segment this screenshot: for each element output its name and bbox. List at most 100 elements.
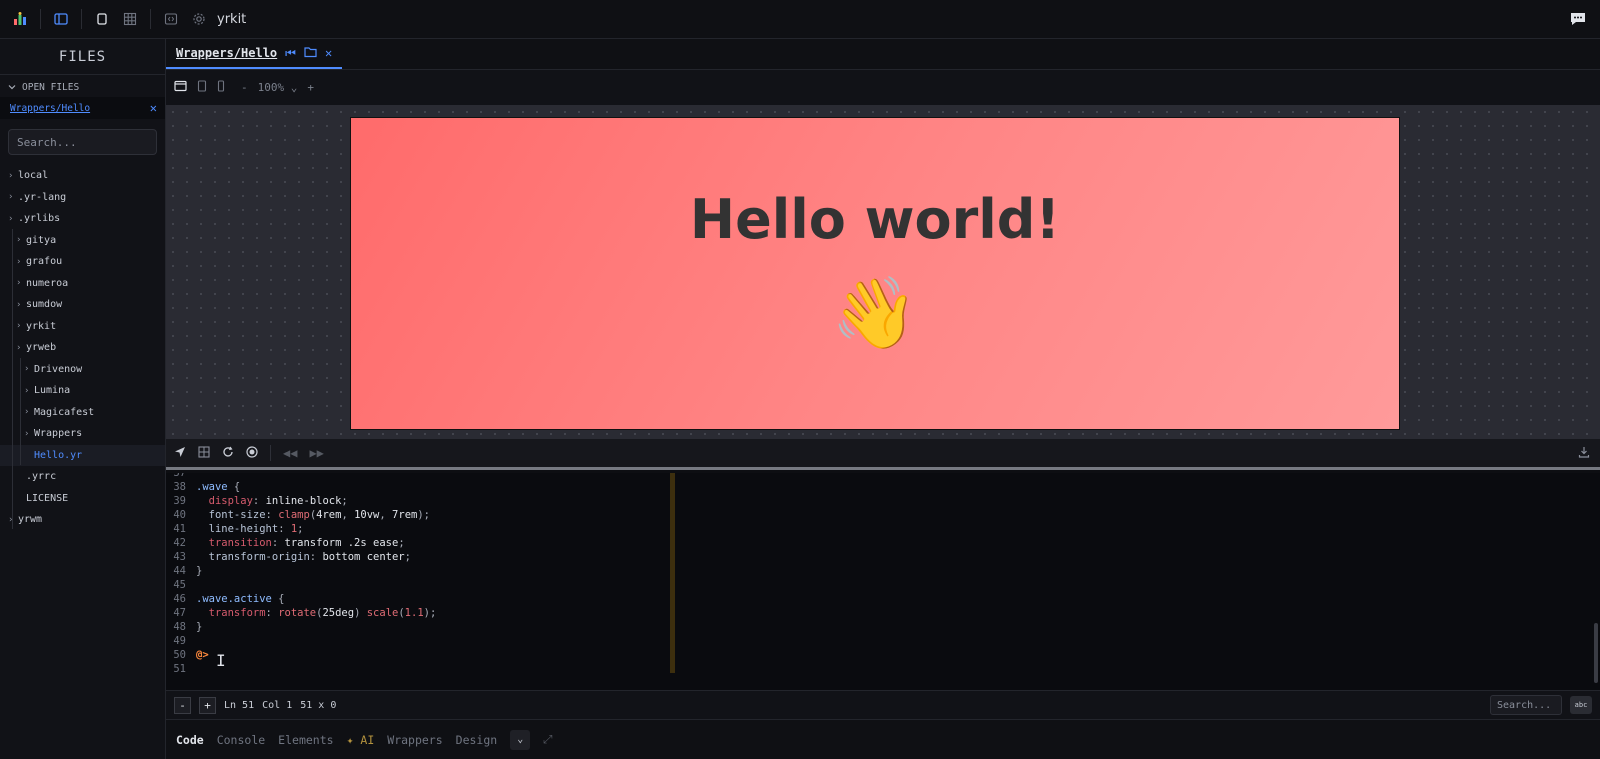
tree-item[interactable]: › local	[0, 165, 165, 187]
file-search-input[interactable]	[17, 135, 156, 149]
tree-item[interactable]: › yrwm	[0, 509, 165, 531]
tree-item[interactable]: › Wrappers	[0, 423, 165, 445]
code-view-icon[interactable]	[157, 5, 185, 33]
code-text: .wave.active {	[196, 592, 285, 606]
tree-item[interactable]: › yrkit	[0, 316, 165, 338]
tree-item[interactable]: LICENSE	[0, 488, 165, 510]
refresh-icon[interactable]	[222, 446, 234, 461]
font-decrease-button[interactable]: -	[174, 696, 191, 714]
code-token: ;	[404, 551, 411, 563]
open-file-link[interactable]: Wrappers/Hello	[10, 103, 90, 114]
code-token: :	[271, 537, 285, 549]
indent-marker	[670, 473, 675, 673]
chevron-right-icon: ›	[8, 213, 14, 224]
open-file-item[interactable]: Wrappers/Hello ✕	[0, 97, 165, 119]
code-token: ,	[341, 509, 355, 521]
bottom-tab[interactable]: Console	[217, 733, 265, 747]
record-icon[interactable]	[246, 445, 258, 461]
editor-scrollbar[interactable]	[1594, 623, 1598, 683]
bottom-tab[interactable]: ✦ AI	[347, 733, 375, 747]
code-token: );	[417, 509, 430, 521]
tree-item[interactable]: › numeroa	[0, 273, 165, 295]
code-editor[interactable]: I 37 38 .wave {39 display: inline-block; 40…	[166, 473, 1600, 690]
more-tabs-chevron-icon[interactable]: ⌄	[510, 729, 531, 750]
tree-item[interactable]: › Magicafest	[0, 402, 165, 424]
tree-item[interactable]: › Lumina	[0, 380, 165, 402]
code-line: 48}	[166, 620, 202, 634]
bottom-tab[interactable]: Wrappers	[387, 733, 442, 747]
tab-wrappers-hello[interactable]: Wrappers/Hello ⏮ ✕	[166, 39, 343, 69]
tree-item[interactable]: .yrrc	[0, 466, 165, 488]
code-search-input[interactable]	[1497, 699, 1561, 711]
preview-frame[interactable]: Hello world! 👋	[350, 117, 1400, 430]
tree-item[interactable]: › .yr-lang	[0, 187, 165, 209]
code-text: }	[196, 620, 202, 634]
code-token: ;	[297, 523, 304, 535]
folder-icon[interactable]	[304, 46, 317, 61]
code-token: bottom center	[322, 551, 405, 563]
code-text: .wave {	[196, 480, 240, 494]
desktop-view-icon[interactable]	[174, 80, 187, 95]
step-back-icon[interactable]: ◀◀	[283, 446, 297, 460]
chevron-down-icon	[8, 85, 16, 90]
close-icon[interactable]: ✕	[150, 101, 157, 115]
code-token: transform .2s ease	[284, 537, 399, 549]
code-token: 7rem	[392, 509, 418, 521]
tree-item-label: Hello.yr	[34, 449, 83, 461]
pages-icon[interactable]	[88, 5, 116, 33]
zoom-out-button[interactable]: -	[241, 81, 248, 94]
tree-item-label: yrwm	[18, 514, 43, 526]
code-line: 41 line-height: 1;	[166, 522, 303, 536]
grid-icon[interactable]	[116, 5, 144, 33]
code-token: }	[196, 621, 203, 633]
sidebar-toggle-icon[interactable]	[47, 5, 75, 33]
code-line: 39 display: inline-block;	[166, 494, 347, 508]
zoom-select[interactable]: 100% ⌄	[258, 81, 298, 94]
code-token: clamp	[278, 509, 310, 521]
tree-item-label: .yr-lang	[18, 191, 67, 203]
code-token: :	[252, 495, 266, 507]
code-token: 1.1	[404, 607, 424, 619]
settings-gear-icon[interactable]	[185, 5, 213, 33]
code-text: font-size: clamp(4rem, 10vw, 7rem);	[196, 508, 430, 522]
code-text: }	[196, 564, 202, 578]
download-icon[interactable]	[1578, 446, 1590, 461]
step-forward-icon[interactable]: ▶▶	[309, 446, 323, 460]
font-increase-button[interactable]: +	[199, 696, 216, 714]
code-token: :	[265, 509, 279, 521]
code-token: @>	[196, 649, 209, 661]
tree-item[interactable]: Hello.yr	[0, 444, 165, 466]
line-number: 41	[173, 523, 186, 535]
tab-bar: Wrappers/Hello ⏮ ✕	[166, 39, 1600, 70]
layout-grid-icon[interactable]	[198, 445, 210, 461]
rewind-icon[interactable]: ⏮	[285, 46, 296, 61]
code-line: 40 font-size: clamp(4rem, 10vw, 7rem);	[166, 508, 430, 522]
tree-item[interactable]: › Drivenow	[0, 359, 165, 381]
close-tab-icon[interactable]: ✕	[325, 46, 332, 60]
line-indicator: Ln 51	[224, 699, 255, 711]
bottom-tab[interactable]: Elements	[278, 733, 333, 747]
match-case-toggle[interactable]: abc	[1570, 696, 1592, 714]
expand-icon[interactable]: ⤢	[543, 732, 552, 747]
bottom-tab[interactable]: Code	[176, 733, 204, 747]
open-files-header[interactable]: OPEN FILES	[0, 77, 165, 97]
zoom-in-button[interactable]: +	[307, 81, 314, 94]
tree-item-label: Lumina	[34, 385, 71, 397]
tree-item[interactable]: › gitya	[0, 230, 165, 252]
tablet-view-icon[interactable]	[197, 80, 207, 95]
chat-icon[interactable]	[1564, 5, 1592, 33]
tree-item-label: Wrappers	[34, 428, 83, 440]
tree-item[interactable]: › sumdow	[0, 294, 165, 316]
wave-emoji[interactable]: 👋	[351, 278, 1399, 348]
chevron-right-icon: ›	[16, 235, 22, 246]
tree-item[interactable]: › .yrlibs	[0, 208, 165, 230]
tree-item[interactable]: › grafou	[0, 251, 165, 273]
bottom-tab[interactable]: Design	[456, 733, 498, 747]
mobile-view-icon[interactable]	[217, 80, 225, 95]
code-line: 42 transition: transform .2s ease;	[166, 536, 404, 550]
pointer-icon[interactable]	[174, 446, 186, 461]
code-token: line-height	[196, 523, 279, 535]
line-number: 46	[173, 593, 186, 605]
tree-item[interactable]: › yrweb	[0, 337, 165, 359]
code-token: .wave	[196, 481, 228, 493]
